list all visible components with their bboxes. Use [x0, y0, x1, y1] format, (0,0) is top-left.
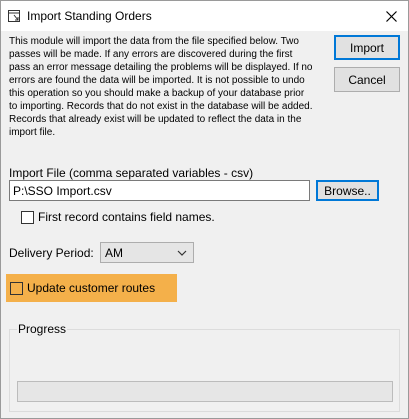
delivery-period-value: AM [105, 245, 123, 260]
progress-bar [17, 381, 393, 402]
import-standing-orders-dialog: Import Standing Orders This module will … [0, 0, 409, 419]
update-customer-routes-label: Update customer routes [27, 281, 156, 295]
close-icon [385, 10, 397, 22]
delivery-period-select[interactable]: AM [100, 242, 194, 263]
progress-group-label: Progress [17, 322, 68, 336]
close-button[interactable] [374, 1, 408, 31]
first-record-checkbox-label: First record contains field names. [38, 210, 215, 224]
app-window-icon [7, 9, 21, 23]
delivery-period-label: Delivery Period: [9, 246, 94, 260]
first-record-checkbox-row[interactable]: First record contains field names. [21, 210, 215, 224]
dialog-title: Import Standing Orders [27, 9, 152, 23]
import-file-input[interactable] [9, 180, 310, 201]
update-customer-routes-row[interactable]: Update customer routes [6, 274, 177, 302]
cancel-button[interactable]: Cancel [334, 67, 400, 92]
update-customer-routes-checkbox[interactable] [10, 281, 23, 295]
chevron-down-icon [177, 247, 187, 261]
import-file-label: Import File (comma separated variables -… [9, 166, 254, 180]
import-button[interactable]: Import [334, 35, 400, 60]
info-text: This module will import the data from th… [9, 36, 313, 138]
first-record-checkbox[interactable] [21, 210, 34, 224]
browse-button[interactable]: Browse.. [316, 180, 379, 201]
title-bar: Import Standing Orders [1, 1, 408, 31]
